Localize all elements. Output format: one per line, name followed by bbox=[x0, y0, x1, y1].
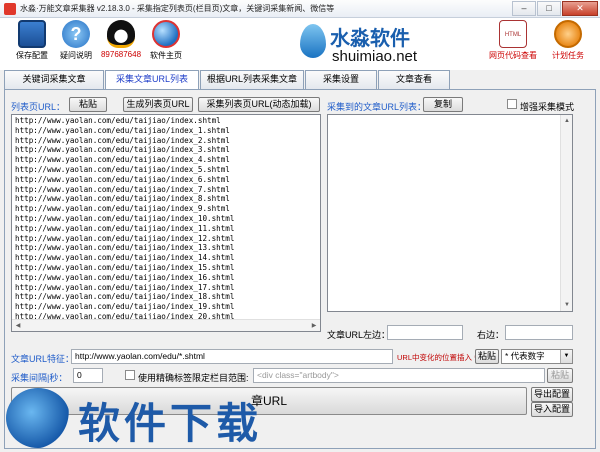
article-url-left-input[interactable] bbox=[387, 325, 463, 340]
brand-name-en: shuimiao.net bbox=[332, 48, 418, 65]
maximize-button[interactable]: □ bbox=[537, 1, 561, 16]
url-list-item: http://www.yaolan.com/edu/taijiao/index_… bbox=[15, 164, 230, 174]
tab-keyword-collect[interactable]: 关键词采集文章 bbox=[4, 70, 104, 89]
export-config-button[interactable]: 导出配置 bbox=[531, 387, 573, 402]
url-list-item: http://www.yaolan.com/edu/taijiao/index_… bbox=[15, 302, 235, 312]
paste-feature-button[interactable]: 粘贴 bbox=[475, 349, 499, 364]
interval-input[interactable]: 0 bbox=[73, 368, 103, 383]
window-title: 水淼·万能文章采集器 v2.18.3.0 - 采集指定列表页(栏目页)文章，关键… bbox=[20, 4, 335, 13]
minimize-button[interactable]: – bbox=[512, 1, 536, 16]
list-url-label: 列表页URL： bbox=[11, 102, 66, 112]
precise-tag-label: 使用精确标签限定栏目范围: bbox=[138, 373, 249, 383]
url-list-item: http://www.yaolan.com/edu/taijiao/index_… bbox=[15, 223, 235, 233]
article-url-right-input[interactable] bbox=[505, 325, 573, 340]
clock-icon bbox=[554, 20, 582, 48]
title-bar: 水淼·万能文章采集器 v2.18.3.0 - 采集指定列表页(栏目页)文章，关键… bbox=[0, 0, 600, 18]
view-source-button[interactable]: HTML 网页代码查看 bbox=[486, 20, 540, 61]
url-list-item: http://www.yaolan.com/edu/taijiao/index_… bbox=[15, 125, 230, 135]
schedule-button[interactable]: 计划任务 bbox=[546, 20, 590, 61]
app-icon bbox=[4, 2, 16, 15]
url-list-item: http://www.yaolan.com/edu/taijiao/index_… bbox=[15, 233, 235, 243]
url-list-item: http://www.yaolan.com/edu/taijiao/index_… bbox=[15, 282, 235, 292]
close-button[interactable]: ✕ bbox=[562, 1, 598, 16]
copy-button[interactable]: 复制 bbox=[423, 97, 463, 112]
question-mark-icon: ? bbox=[62, 20, 90, 48]
url-list-item: http://www.yaolan.com/edu/taijiao/index_… bbox=[15, 155, 230, 165]
list-url-textarea[interactable]: http://www.yaolan.com/edu/taijiao/index.… bbox=[11, 114, 321, 332]
chevron-down-icon: ▼ bbox=[560, 350, 572, 363]
scroll-right-icon[interactable]: ▶ bbox=[308, 320, 320, 331]
dragon-logo-icon bbox=[6, 388, 70, 448]
url-list: http://www.yaolan.com/edu/taijiao/index.… bbox=[12, 115, 320, 323]
generate-list-url-button[interactable]: 生成列表页URL bbox=[123, 97, 193, 112]
qq-penguin-icon bbox=[107, 20, 135, 48]
paste-precise-button[interactable]: 粘贴 bbox=[547, 368, 573, 383]
url-list-item: http://www.yaolan.com/edu/taijiao/index_… bbox=[15, 213, 235, 223]
tab-collect-url-list[interactable]: 采集文章URL列表 bbox=[105, 70, 199, 90]
url-list-item: http://www.yaolan.com/edu/taijiao/index_… bbox=[15, 135, 230, 145]
tab-bar: 关键词采集文章 采集文章URL列表 根据URL列表采集文章 采集设置 文章查看 bbox=[4, 70, 451, 90]
url-list-item: http://www.yaolan.com/edu/taijiao/index.… bbox=[15, 116, 221, 125]
import-config-button[interactable]: 导入配置 bbox=[531, 402, 573, 417]
url-feature-label: 文章URL特征： bbox=[11, 354, 75, 364]
url-list-item: http://www.yaolan.com/edu/taijiao/index_… bbox=[15, 184, 230, 194]
url-feature-hint: URL中变化的位置插入 * bbox=[397, 353, 478, 362]
article-url-right-label: 右边： bbox=[477, 330, 505, 340]
url-list-item: http://www.yaolan.com/edu/taijiao/index_… bbox=[15, 262, 235, 272]
scroll-left-icon[interactable]: ◀ bbox=[12, 320, 24, 331]
save-config-button[interactable]: 保存配置 bbox=[10, 20, 54, 61]
paste-list-button[interactable]: 粘贴 bbox=[69, 97, 107, 112]
url-list-item: http://www.yaolan.com/edu/taijiao/index_… bbox=[15, 204, 230, 214]
watermark-text: 软件下载 bbox=[78, 399, 263, 448]
url-list-item: http://www.yaolan.com/edu/taijiao/index_… bbox=[15, 174, 230, 184]
scroll-up-icon[interactable]: ▲ bbox=[561, 115, 572, 127]
url-list-item: http://www.yaolan.com/edu/taijiao/index_… bbox=[15, 145, 230, 155]
url-list-item: http://www.yaolan.com/edu/taijiao/index_… bbox=[15, 253, 235, 263]
brand-name-cn: 水淼软件 bbox=[330, 28, 410, 50]
url-list-item: http://www.yaolan.com/edu/taijiao/index_… bbox=[15, 292, 235, 302]
tab-view-articles[interactable]: 文章查看 bbox=[378, 70, 450, 89]
qq-button[interactable]: 897687648 bbox=[99, 20, 143, 59]
water-drop-icon bbox=[300, 24, 326, 58]
wildcard-select-value: * 代表数字 bbox=[505, 351, 545, 361]
collected-url-textarea[interactable]: ▲ ▼ bbox=[327, 114, 573, 312]
help-button[interactable]: ? 疑问说明 bbox=[54, 20, 98, 61]
horizontal-scrollbar[interactable]: ◀ ▶ bbox=[12, 319, 320, 331]
tab-collect-settings[interactable]: 采集设置 bbox=[305, 70, 377, 89]
brand-logo: 水淼软件 shuimiao.net bbox=[300, 22, 440, 68]
vertical-scrollbar[interactable]: ▲ ▼ bbox=[560, 115, 572, 311]
url-feature-input[interactable]: http://www.yaolan.com/edu/*.shtml bbox=[71, 349, 393, 364]
floppy-disk-icon bbox=[18, 20, 46, 48]
url-list-item: http://www.yaolan.com/edu/taijiao/index_… bbox=[15, 194, 230, 204]
globe-icon bbox=[152, 20, 180, 48]
url-list-item: http://www.yaolan.com/edu/taijiao/index_… bbox=[15, 243, 235, 253]
collected-url-label: 采集到的文章URL列表： bbox=[327, 102, 427, 112]
precise-tag-input[interactable]: <div class="artbody"> bbox=[253, 368, 545, 383]
html-document-icon: HTML bbox=[499, 20, 527, 48]
watermark: 软件下载 bbox=[0, 384, 290, 452]
wildcard-select[interactable]: * 代表数字 ▼ bbox=[501, 349, 573, 364]
collect-list-url-button[interactable]: 采集列表页URL(动态加载) bbox=[198, 97, 320, 112]
enhance-mode-label: 增强采集模式 bbox=[520, 102, 575, 112]
url-list-item: http://www.yaolan.com/edu/taijiao/index_… bbox=[15, 272, 235, 282]
tab-collect-by-url-list[interactable]: 根据URL列表采集文章 bbox=[200, 70, 304, 89]
homepage-button[interactable]: 软件主页 bbox=[144, 20, 188, 61]
interval-label: 采集间隔|秒： bbox=[11, 373, 68, 383]
precise-tag-checkbox[interactable] bbox=[125, 370, 135, 380]
article-url-left-label: 文章URL左边： bbox=[327, 330, 391, 340]
enhance-mode-checkbox[interactable] bbox=[507, 99, 517, 109]
scroll-down-icon[interactable]: ▼ bbox=[561, 299, 572, 311]
